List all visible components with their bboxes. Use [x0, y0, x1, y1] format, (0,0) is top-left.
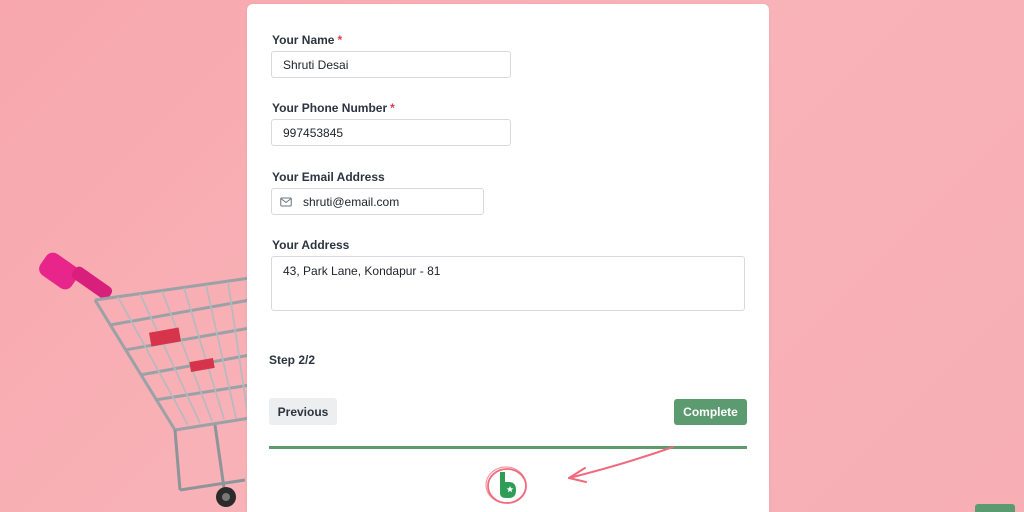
progress-bar-fill — [269, 446, 747, 449]
email-input-value: shruti@email.com — [303, 194, 400, 209]
email-input[interactable]: shruti@email.com — [271, 188, 484, 215]
email-label-text: Your Email Address — [272, 170, 385, 184]
mail-icon — [280, 196, 292, 208]
brand-logo-icon — [485, 462, 529, 506]
address-textarea-value: 43, Park Lane, Kondapur - 81 — [283, 264, 441, 278]
name-label: Your Name * — [272, 33, 342, 47]
phone-label-text: Your Phone Number — [272, 101, 388, 115]
address-textarea[interactable]: 43, Park Lane, Kondapur - 81 — [271, 256, 745, 311]
shopping-cart-background-image — [0, 0, 260, 512]
form-card: Your Name * Shruti Desai Your Phone Numbe… — [247, 4, 769, 512]
progress-bar — [269, 446, 747, 449]
email-label: Your Email Address — [272, 170, 385, 184]
complete-button[interactable]: Complete — [674, 399, 747, 425]
corner-action-button[interactable] — [975, 504, 1015, 512]
step-indicator: Step 2/2 — [269, 353, 316, 367]
phone-input-value: 997453845 — [283, 125, 344, 140]
address-label-text: Your Address — [272, 238, 350, 252]
address-label: Your Address — [272, 238, 349, 252]
required-asterisk: * — [337, 33, 343, 47]
name-input-value: Shruti Desai — [283, 57, 349, 72]
previous-button[interactable]: Previous — [269, 398, 337, 425]
name-input[interactable]: Shruti Desai — [271, 51, 511, 78]
required-asterisk: * — [390, 101, 395, 115]
phone-label: Your Phone Number * — [272, 101, 395, 115]
phone-input[interactable]: 997453845 — [271, 119, 511, 146]
name-label-text: Your Name — [272, 33, 335, 47]
